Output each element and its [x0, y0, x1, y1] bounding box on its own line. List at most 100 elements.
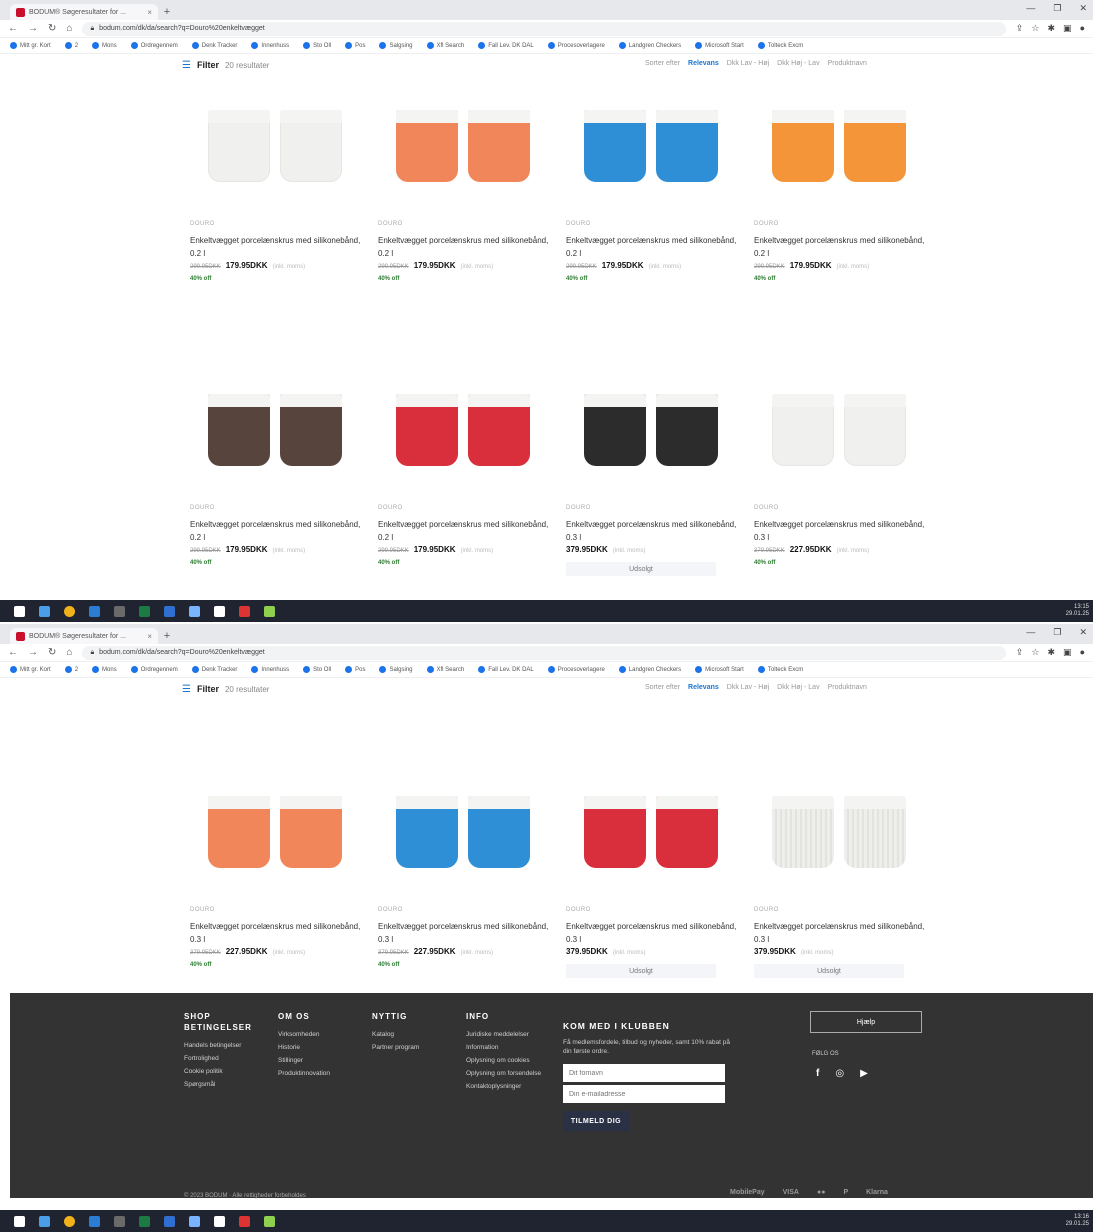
footer-link[interactable]: Juridiske meddelelser	[466, 1028, 556, 1041]
bookmark-item[interactable]: Tolteck Excm	[757, 666, 803, 673]
search-icon[interactable]	[39, 1215, 50, 1227]
sold-out-button[interactable]: Udsolgt	[754, 964, 904, 978]
product-image[interactable]	[576, 110, 726, 182]
new-tab-icon[interactable]: +	[158, 4, 176, 20]
star-icon[interactable]: ☆	[1031, 647, 1039, 658]
bookmark-item[interactable]: Xfl Search	[426, 42, 464, 49]
new-tab-icon[interactable]: +	[158, 628, 176, 644]
bookmark-item[interactable]: Pos	[345, 666, 365, 673]
product-name[interactable]: Enkeltvægget porcelænskrus med silikoneb…	[378, 234, 550, 260]
product-card[interactable]: DOURO Enkeltvægget porcelænskrus med sili…	[370, 98, 558, 382]
filter-icon[interactable]: ☰	[182, 60, 191, 71]
excel-icon[interactable]	[139, 1215, 150, 1227]
address-bar[interactable]: 🔒︎ bodum.com/dk/da/search?q=Douro%20enke…	[82, 21, 1006, 36]
filter-icon[interactable]: ☰	[182, 684, 191, 695]
bookmark-item[interactable]: Denk Tracker	[191, 666, 237, 673]
bookmark-item[interactable]: Ordregennem	[130, 666, 178, 673]
bookmark-item[interactable]: Microsoft Start	[695, 666, 744, 673]
share-icon[interactable]: ⇪	[1016, 647, 1024, 658]
bookmark-item[interactable]: Landgren Checkers	[618, 42, 681, 49]
product-name[interactable]: Enkeltvægget porcelænskrus med silikoneb…	[190, 234, 362, 260]
sort-price-desc[interactable]: Dkk Høj - Lav	[777, 60, 819, 67]
footer-link[interactable]: Fortrolighed	[184, 1052, 264, 1065]
footer-link[interactable]: Partner program	[372, 1041, 452, 1054]
product-image[interactable]	[764, 394, 914, 466]
windows-start-icon[interactable]	[14, 1215, 25, 1227]
bookmark-item[interactable]: Salgsing	[379, 666, 413, 673]
extensions-icon[interactable]: ✱	[1048, 23, 1056, 34]
sort-relevance[interactable]: Relevans	[688, 60, 719, 67]
maximize-icon[interactable]: ❐	[1053, 627, 1061, 638]
address-bar[interactable]: 🔒︎ bodum.com/dk/da/search?q=Douro%20enke…	[82, 645, 1006, 660]
profile-icon[interactable]: ●	[1080, 23, 1085, 34]
chrome-icon[interactable]	[64, 1215, 75, 1227]
footer-link[interactable]: Historie	[278, 1041, 358, 1054]
product-name[interactable]: Enkeltvægget porcelænskrus med silikoneb…	[754, 518, 926, 544]
app-icon[interactable]	[214, 605, 225, 617]
youtube-icon[interactable]: ▶	[860, 1068, 868, 1079]
close-tab-icon[interactable]: ×	[147, 8, 152, 17]
back-icon[interactable]: ←	[8, 23, 18, 34]
bookmark-item[interactable]: Innenhuss	[251, 42, 289, 49]
product-card[interactable]: DOURO Enkeltvægget porcelænskrus med sili…	[558, 382, 746, 622]
footer-link[interactable]: Oplysning om cookies	[466, 1054, 556, 1067]
app-icon[interactable]	[189, 1215, 200, 1227]
bookmark-item[interactable]: Fall Lev. DK DAL	[478, 666, 534, 673]
first-name-field[interactable]	[563, 1064, 725, 1082]
sort-name[interactable]: Produktnavn	[828, 684, 867, 691]
home-icon[interactable]: ⌂	[66, 23, 72, 34]
product-name[interactable]: Enkeltvægget porcelænskrus med silikoneb…	[566, 920, 738, 946]
footer-link[interactable]: Cookie politik	[184, 1065, 264, 1078]
bookmark-item[interactable]: Salgsing	[379, 42, 413, 49]
reload-icon[interactable]: ↻	[48, 647, 56, 658]
sidebar-icon[interactable]: ▣	[1063, 647, 1072, 658]
search-icon[interactable]	[39, 605, 50, 617]
outlook-icon[interactable]	[89, 1215, 100, 1227]
bookmark-item[interactable]: Tolteck Excm	[757, 42, 803, 49]
bookmark-item[interactable]: 2	[64, 42, 78, 49]
minimize-icon[interactable]: —	[1026, 3, 1035, 14]
word-icon[interactable]	[164, 1215, 175, 1227]
filter-button[interactable]: Filter	[197, 60, 219, 70]
product-card[interactable]: DOURO Enkeltvægget porcelænskrus med sili…	[370, 382, 558, 622]
product-image[interactable]	[200, 796, 350, 868]
sort-name[interactable]: Produktnavn	[828, 60, 867, 67]
share-icon[interactable]: ⇪	[1016, 23, 1024, 34]
bookmark-item[interactable]: Denk Tracker	[191, 42, 237, 49]
sort-price-desc[interactable]: Dkk Høj - Lav	[777, 684, 819, 691]
sort-price-asc[interactable]: Dkk Lav - Høj	[727, 60, 769, 67]
extensions-icon[interactable]: ✱	[1048, 647, 1056, 658]
chrome-icon[interactable]	[64, 605, 75, 617]
bookmark-item[interactable]: Mitt gr. Kort	[10, 666, 51, 673]
close-window-icon[interactable]: ✕	[1079, 627, 1087, 638]
bookmark-item[interactable]: Sto Oll	[303, 42, 331, 49]
profile-icon[interactable]: ●	[1080, 647, 1085, 658]
product-image[interactable]	[764, 796, 914, 868]
footer-link[interactable]: Virksomheden	[278, 1028, 358, 1041]
instagram-icon[interactable]: ◎	[835, 1068, 844, 1079]
explorer-icon[interactable]	[114, 1215, 125, 1227]
product-card[interactable]: DOURO Enkeltvægget porcelænskrus med sili…	[558, 98, 746, 382]
bookmark-item[interactable]: Landgren Checkers	[618, 666, 681, 673]
excel-icon[interactable]	[139, 605, 150, 617]
app-icon[interactable]	[239, 605, 250, 617]
app-icon[interactable]	[239, 1215, 250, 1227]
bookmark-item[interactable]: Innenhuss	[251, 666, 289, 673]
product-card[interactable]: DOURO Enkeltvægget porcelænskrus med sili…	[746, 98, 934, 382]
product-image[interactable]	[388, 796, 538, 868]
bookmark-item[interactable]: Pos	[345, 42, 365, 49]
browser-tab[interactable]: BODUM® Søgeresultater for ... ×	[10, 4, 158, 20]
forward-icon[interactable]: →	[28, 23, 38, 34]
footer-link[interactable]: Stillinger	[278, 1054, 358, 1067]
product-name[interactable]: Enkeltvægget porcelænskrus med silikoneb…	[566, 234, 738, 260]
product-image[interactable]	[200, 110, 350, 182]
bookmark-item[interactable]: Fall Lev. DK DAL	[478, 42, 534, 49]
bookmark-item[interactable]: Mons	[92, 666, 117, 673]
forward-icon[interactable]: →	[28, 647, 38, 658]
product-card[interactable]: DOURO Enkeltvægget porcelænskrus med sili…	[182, 98, 370, 382]
sold-out-button[interactable]: Udsolgt	[566, 562, 716, 576]
close-window-icon[interactable]: ✕	[1079, 3, 1087, 14]
facebook-icon[interactable]: f	[816, 1068, 819, 1079]
bookmark-item[interactable]: Mitt gr. Kort	[10, 42, 51, 49]
explorer-icon[interactable]	[114, 605, 125, 617]
